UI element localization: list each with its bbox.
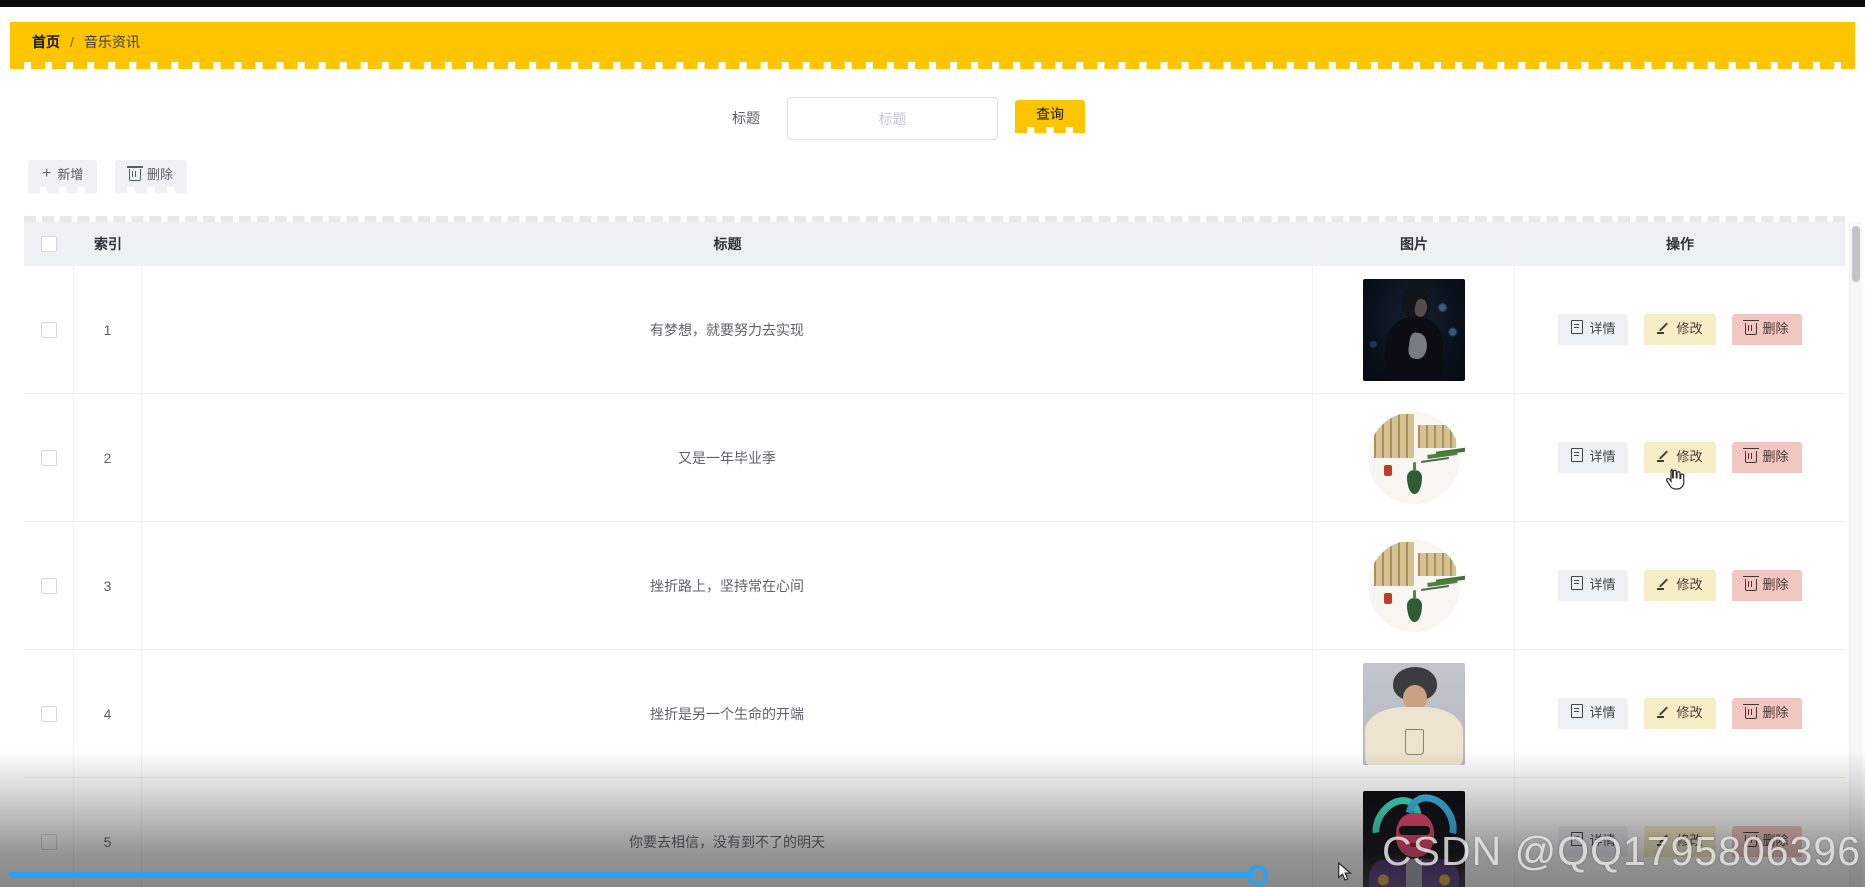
row-checkbox[interactable] bbox=[40, 449, 57, 466]
detail-button[interactable]: 详情 bbox=[1558, 442, 1629, 473]
pencil-icon bbox=[1657, 577, 1670, 590]
horizontal-scrollbar-handle[interactable] bbox=[1247, 865, 1268, 886]
row-title: 挫折是另一个生命的开端 bbox=[142, 650, 1313, 777]
row-title: 挫折路上，坚持常在心间 bbox=[142, 522, 1313, 649]
header-actions: 操作 bbox=[1666, 236, 1694, 252]
search-input[interactable] bbox=[787, 97, 998, 140]
edit-button[interactable]: 修改 bbox=[1644, 570, 1716, 601]
csdn-watermark: CSDN @QQ1795806396 bbox=[1382, 828, 1861, 874]
table-row: 4 挫折是另一个生命的开端 详情 修改 删除 bbox=[24, 650, 1845, 778]
row-image-zen-vase bbox=[1362, 534, 1465, 637]
row-title: 又是一年毕业季 bbox=[142, 394, 1313, 521]
row-title: 有梦想，就要努力去实现 bbox=[142, 266, 1313, 393]
query-button[interactable]: 查询 bbox=[1015, 100, 1085, 133]
breadcrumb: 首页 / 音乐资讯 bbox=[10, 22, 1855, 69]
delete-button-label: 删除 bbox=[147, 167, 174, 182]
row-checkbox[interactable] bbox=[40, 321, 57, 338]
hand-cursor-icon bbox=[1666, 468, 1685, 490]
trash-icon bbox=[1742, 575, 1759, 591]
plus-icon: + bbox=[42, 164, 52, 182]
header-image: 图片 bbox=[1400, 236, 1428, 252]
row-delete-button[interactable]: 删除 bbox=[1731, 314, 1802, 345]
row-delete-button[interactable]: 删除 bbox=[1731, 698, 1802, 729]
row-checkbox[interactable] bbox=[40, 705, 57, 722]
page: 首页 / 音乐资讯 标题 查询 + 新增 删除 索引 标题 图片 操作 1 有梦… bbox=[0, 0, 1865, 887]
table-row: 3 挫折路上，坚持常在心间 详情 修改 删除 bbox=[24, 522, 1845, 650]
arrow-cursor-icon bbox=[1338, 861, 1353, 881]
detail-button[interactable]: 详情 bbox=[1558, 570, 1629, 601]
row-index: 1 bbox=[74, 266, 142, 393]
table-row: 1 有梦想，就要努力去实现 详情 修改 删除 bbox=[24, 266, 1845, 394]
row-checkbox[interactable] bbox=[40, 833, 57, 850]
news-table: 索引 标题 图片 操作 1 有梦想，就要努力去实现 详情 修改 删除 2 又是一… bbox=[24, 216, 1845, 887]
table-header-row: 索引 标题 图片 操作 bbox=[24, 216, 1845, 266]
row-delete-button[interactable]: 删除 bbox=[1731, 442, 1802, 473]
detail-button[interactable]: 详情 bbox=[1558, 698, 1629, 729]
document-icon bbox=[1571, 320, 1584, 334]
document-icon bbox=[1571, 448, 1584, 462]
row-index: 2 bbox=[74, 394, 142, 521]
row-checkbox[interactable] bbox=[40, 577, 57, 594]
batch-delete-button[interactable]: 删除 bbox=[115, 160, 188, 193]
row-index: 3 bbox=[74, 522, 142, 649]
trash-icon bbox=[1742, 319, 1759, 335]
vertical-scrollbar[interactable] bbox=[1849, 222, 1862, 887]
row-index: 4 bbox=[74, 650, 142, 777]
edit-button[interactable]: 修改 bbox=[1644, 314, 1716, 345]
detail-button[interactable]: 详情 bbox=[1558, 314, 1629, 345]
breadcrumb-current: 音乐资讯 bbox=[83, 34, 140, 50]
row-title: 你要去相信，没有到不了的明天 bbox=[142, 778, 1313, 887]
add-button[interactable]: + 新增 bbox=[28, 160, 98, 193]
document-icon bbox=[1571, 704, 1584, 718]
vertical-scrollbar-thumb[interactable] bbox=[1852, 226, 1860, 282]
add-button-label: 新增 bbox=[57, 167, 84, 182]
trash-icon bbox=[1742, 447, 1759, 463]
row-index: 5 bbox=[74, 778, 142, 887]
breadcrumb-separator: / bbox=[70, 34, 74, 50]
row-image-concert-singer bbox=[1362, 278, 1465, 381]
header-index: 索引 bbox=[94, 236, 122, 252]
trash-icon bbox=[1742, 703, 1759, 719]
edit-button[interactable]: 修改 bbox=[1644, 698, 1716, 729]
horizontal-scrollbar[interactable] bbox=[8, 872, 1256, 878]
pencil-icon bbox=[1657, 321, 1670, 334]
pencil-icon bbox=[1657, 449, 1670, 462]
select-all-checkbox[interactable] bbox=[41, 236, 57, 252]
trash-icon bbox=[127, 166, 143, 181]
row-delete-button[interactable]: 删除 bbox=[1731, 570, 1802, 601]
header-title: 标题 bbox=[713, 236, 742, 252]
row-image-woman-hoodie bbox=[1362, 662, 1465, 765]
top-black-bar bbox=[0, 0, 1865, 7]
pencil-icon bbox=[1657, 705, 1670, 718]
breadcrumb-home-link[interactable]: 首页 bbox=[32, 32, 60, 52]
row-image-zen-vase bbox=[1362, 406, 1465, 509]
search-label: 标题 bbox=[732, 110, 760, 126]
document-icon bbox=[1571, 576, 1584, 590]
table-row: 2 又是一年毕业季 详情 修改 删除 bbox=[24, 394, 1845, 522]
